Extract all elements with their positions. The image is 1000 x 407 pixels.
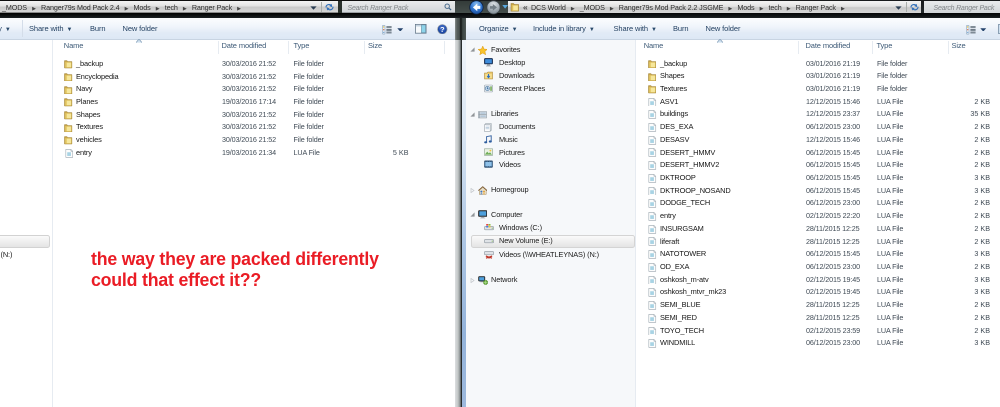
svg-text:?: ? <box>440 25 445 34</box>
